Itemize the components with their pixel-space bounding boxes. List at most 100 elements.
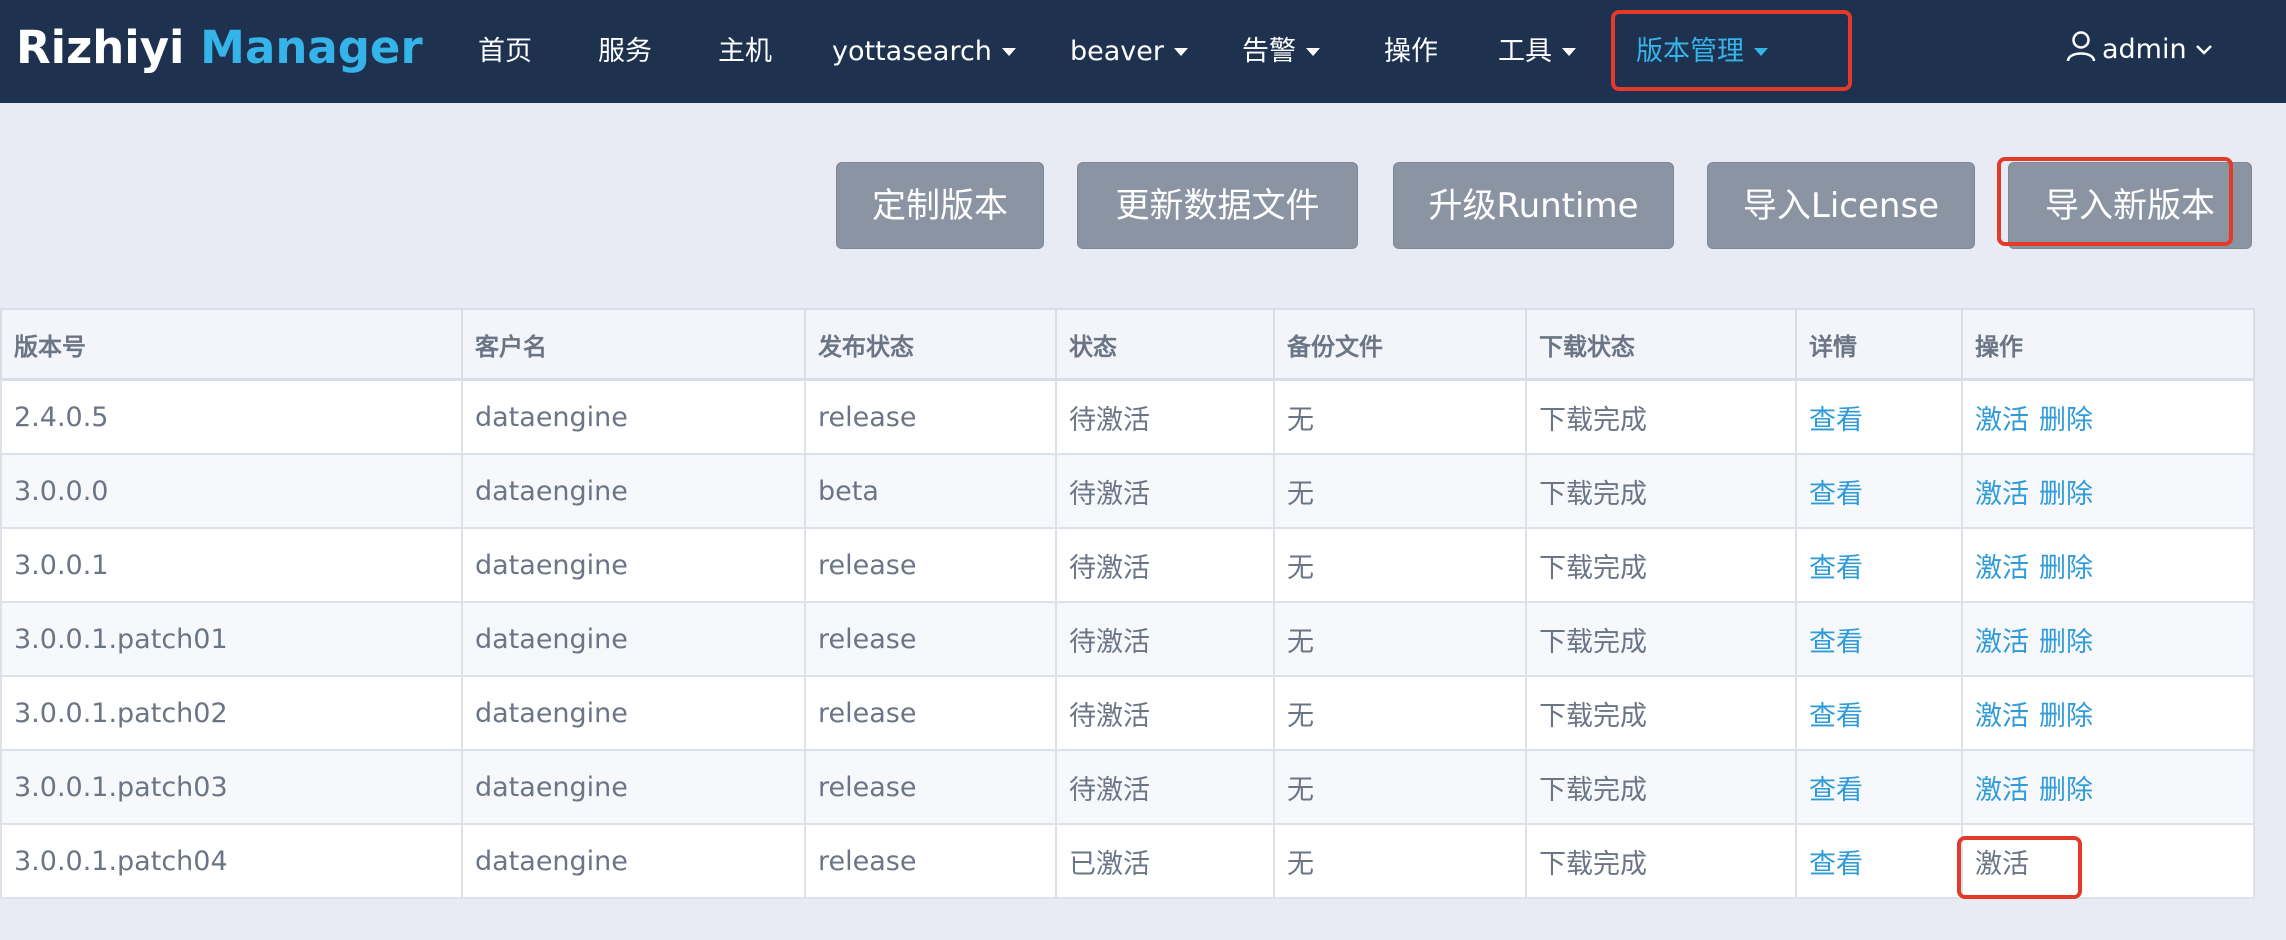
cell-release-status: release — [804, 601, 1057, 677]
cell-backup-file: 无 — [1273, 823, 1527, 899]
version-table: 版本号 客户名 发布状态 状态 备份文件 下载状态 详情 操作 2.4.0.5 … — [0, 308, 2255, 899]
nav-item-beaver[interactable]: beaver — [1070, 30, 1188, 74]
nav-item-tools[interactable]: 工具 — [1498, 30, 1576, 74]
cell-actions: 激活 删除 — [1961, 749, 2255, 825]
table-row: 3.0.0.1.patch01 dataengine release 待激活 无… — [0, 601, 2255, 677]
nav-item-label: 告警 — [1242, 36, 1296, 67]
caret-down-icon — [1306, 48, 1320, 56]
import-license-button[interactable]: 导入License — [1707, 162, 1975, 249]
activate-link[interactable]: 激活 — [1975, 627, 2029, 658]
cell-customer: dataengine — [461, 601, 806, 677]
nav-item-services[interactable]: 服务 — [598, 30, 652, 74]
cell-customer: dataengine — [461, 675, 806, 751]
cell-release-status: release — [804, 749, 1057, 825]
cell-version: 3.0.0.1.patch02 — [0, 675, 463, 751]
delete-link[interactable]: 删除 — [2039, 701, 2093, 732]
table-row: 3.0.0.1.patch02 dataengine release 待激活 无… — [0, 675, 2255, 751]
top-navbar: Rizhiyi Manager 首页 服务 主机 yottasearch bea… — [0, 0, 2286, 103]
brand-logo[interactable]: Rizhiyi Manager — [16, 18, 423, 78]
cell-customer: dataengine — [461, 823, 806, 899]
cell-actions: 激活 删除 — [1961, 601, 2255, 677]
nav-item-label: 主机 — [718, 36, 772, 67]
cell-customer: dataengine — [461, 527, 806, 603]
cell-version: 3.0.0.0 — [0, 453, 463, 529]
table-row: 2.4.0.5 dataengine release 待激活 无 下载完成 查看… — [0, 378, 2255, 455]
brand-name-part2: Manager — [200, 21, 423, 74]
delete-link[interactable]: 删除 — [2039, 405, 2093, 436]
delete-link[interactable]: 删除 — [2039, 479, 2093, 510]
delete-link[interactable]: 删除 — [2039, 775, 2093, 806]
caret-down-icon — [1001, 48, 1016, 56]
cell-status: 待激活 — [1055, 378, 1275, 455]
cell-details: 查看 — [1795, 453, 1963, 529]
cell-release-status: beta — [804, 453, 1057, 529]
nav-item-label: 版本管理 — [1636, 36, 1744, 67]
view-link[interactable]: 查看 — [1809, 553, 1863, 584]
cell-release-status: release — [804, 823, 1057, 899]
delete-link[interactable]: 删除 — [2039, 627, 2093, 658]
activate-link[interactable]: 激活 — [1975, 553, 2029, 584]
cell-status: 已激活 — [1055, 823, 1275, 899]
caret-down-icon — [1754, 48, 1768, 56]
import-new-version-button[interactable]: 导入新版本 — [2008, 162, 2252, 249]
nav-item-hosts[interactable]: 主机 — [718, 30, 772, 74]
nav-item-operations[interactable]: 操作 — [1384, 30, 1438, 74]
column-header-release-status: 发布状态 — [804, 308, 1057, 381]
view-link[interactable]: 查看 — [1809, 775, 1863, 806]
cell-status: 待激活 — [1055, 675, 1275, 751]
nav-item-alerts[interactable]: 告警 — [1242, 30, 1320, 74]
cell-release-status: release — [804, 527, 1057, 603]
cell-version: 3.0.0.1 — [0, 527, 463, 603]
cell-details: 查看 — [1795, 823, 1963, 899]
nav-item-label: 首页 — [478, 36, 532, 67]
activate-link-disabled: 激活 — [1975, 848, 2029, 880]
upgrade-runtime-button[interactable]: 升级Runtime — [1393, 162, 1674, 249]
activate-link[interactable]: 激活 — [1975, 775, 2029, 806]
nav-item-home[interactable]: 首页 — [478, 30, 532, 74]
nav-item-yottasearch[interactable]: yottasearch — [832, 30, 1016, 74]
cell-release-status: release — [804, 378, 1057, 455]
cell-details: 查看 — [1795, 527, 1963, 603]
view-link[interactable]: 查看 — [1809, 701, 1863, 732]
cell-status: 待激活 — [1055, 749, 1275, 825]
cell-backup-file: 无 — [1273, 749, 1527, 825]
update-data-file-button[interactable]: 更新数据文件 — [1077, 162, 1358, 249]
cell-details: 查看 — [1795, 749, 1963, 825]
cell-version: 3.0.0.1.patch03 — [0, 749, 463, 825]
cell-download-status: 下载完成 — [1525, 453, 1797, 529]
cell-actions: 激活 删除 — [1961, 378, 2255, 455]
cell-download-status: 下载完成 — [1525, 749, 1797, 825]
view-link[interactable]: 查看 — [1809, 627, 1863, 658]
nav-item-label: yottasearch — [832, 36, 992, 67]
activate-link[interactable]: 激活 — [1975, 405, 2029, 436]
delete-link[interactable]: 删除 — [2039, 553, 2093, 584]
cell-backup-file: 无 — [1273, 601, 1527, 677]
column-header-details: 详情 — [1795, 308, 1963, 381]
activate-link[interactable]: 激活 — [1975, 479, 2029, 510]
view-link[interactable]: 查看 — [1809, 405, 1863, 436]
custom-version-button[interactable]: 定制版本 — [836, 162, 1044, 249]
activate-link[interactable]: 激活 — [1975, 701, 2029, 732]
view-link[interactable]: 查看 — [1809, 849, 1863, 880]
user-menu[interactable]: admin — [2066, 28, 2213, 72]
caret-down-icon — [1174, 48, 1188, 56]
cell-backup-file: 无 — [1273, 675, 1527, 751]
view-link[interactable]: 查看 — [1809, 479, 1863, 510]
cell-version: 3.0.0.1.patch01 — [0, 601, 463, 677]
nav-item-label: 服务 — [598, 36, 652, 67]
table-row: 3.0.0.1 dataengine release 待激活 无 下载完成 查看… — [0, 527, 2255, 603]
cell-download-status: 下载完成 — [1525, 378, 1797, 455]
column-header-actions: 操作 — [1961, 308, 2255, 381]
table-header-row: 版本号 客户名 发布状态 状态 备份文件 下载状态 详情 操作 — [0, 308, 2255, 381]
cell-customer: dataengine — [461, 749, 806, 825]
nav-item-version-management[interactable]: 版本管理 — [1636, 30, 1768, 74]
user-name: admin — [2102, 34, 2187, 65]
cell-customer: dataengine — [461, 453, 806, 529]
table-row: 3.0.0.0 dataengine beta 待激活 无 下载完成 查看 激活… — [0, 453, 2255, 529]
column-header-status: 状态 — [1055, 308, 1275, 381]
cell-version: 2.4.0.5 — [0, 378, 463, 455]
cell-backup-file: 无 — [1273, 378, 1527, 455]
cell-details: 查看 — [1795, 378, 1963, 455]
nav-item-label: beaver — [1070, 36, 1164, 67]
brand-name-part1: Rizhiyi — [16, 21, 185, 74]
